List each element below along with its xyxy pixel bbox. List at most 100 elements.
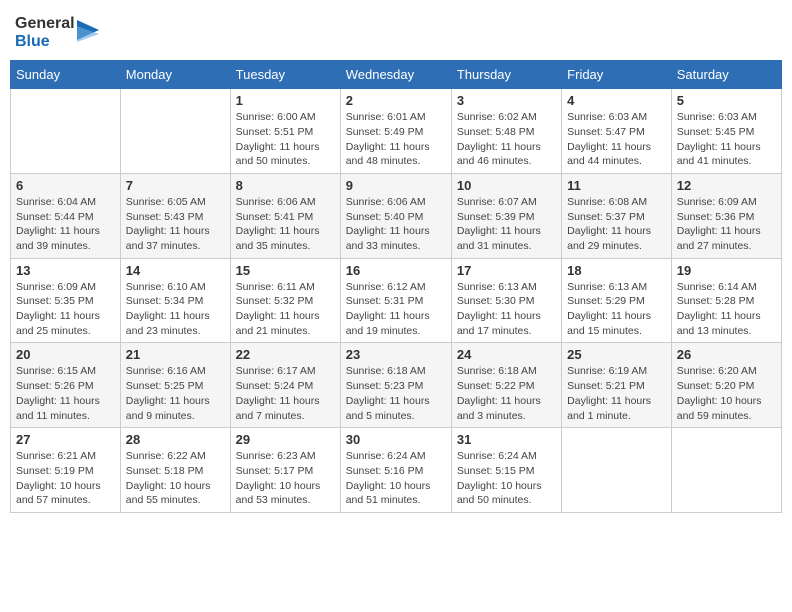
day-number: 9 <box>346 178 446 193</box>
day-number: 2 <box>346 93 446 108</box>
day-info: Sunrise: 6:13 AMSunset: 5:29 PMDaylight:… <box>567 280 666 339</box>
day-number: 29 <box>236 432 335 447</box>
day-number: 21 <box>126 347 225 362</box>
day-number: 22 <box>236 347 335 362</box>
page-header: General Blue <box>10 10 782 50</box>
calendar-cell: 29 Sunrise: 6:23 AMSunset: 5:17 PMDayligh… <box>230 428 340 513</box>
day-number: 3 <box>457 93 556 108</box>
day-info: Sunrise: 6:07 AMSunset: 5:39 PMDaylight:… <box>457 195 556 254</box>
day-number: 15 <box>236 263 335 278</box>
calendar-cell: 10 Sunrise: 6:07 AMSunset: 5:39 PMDayligh… <box>451 173 561 258</box>
day-number: 25 <box>567 347 666 362</box>
calendar-cell: 27 Sunrise: 6:21 AMSunset: 5:19 PMDayligh… <box>11 428 121 513</box>
day-number: 27 <box>16 432 115 447</box>
calendar-day-header: Monday <box>120 61 230 89</box>
calendar-cell <box>562 428 672 513</box>
calendar-day-header: Saturday <box>671 61 781 89</box>
day-info: Sunrise: 6:11 AMSunset: 5:32 PMDaylight:… <box>236 280 335 339</box>
day-number: 24 <box>457 347 556 362</box>
day-info: Sunrise: 6:18 AMSunset: 5:22 PMDaylight:… <box>457 364 556 423</box>
day-info: Sunrise: 6:10 AMSunset: 5:34 PMDaylight:… <box>126 280 225 339</box>
logo-general-text: General <box>15 15 75 33</box>
calendar-cell: 25 Sunrise: 6:19 AMSunset: 5:21 PMDayligh… <box>562 343 672 428</box>
day-info: Sunrise: 6:24 AMSunset: 5:16 PMDaylight:… <box>346 449 446 508</box>
calendar-cell <box>11 89 121 174</box>
day-info: Sunrise: 6:23 AMSunset: 5:17 PMDaylight:… <box>236 449 335 508</box>
day-info: Sunrise: 6:05 AMSunset: 5:43 PMDaylight:… <box>126 195 225 254</box>
calendar-cell: 23 Sunrise: 6:18 AMSunset: 5:23 PMDayligh… <box>340 343 451 428</box>
calendar-cell: 19Sunrise: 6:14 AMSunset: 5:28 PMDayligh… <box>671 258 781 343</box>
calendar-cell: 7 Sunrise: 6:05 AMSunset: 5:43 PMDaylight… <box>120 173 230 258</box>
day-number: 30 <box>346 432 446 447</box>
calendar-cell: 20 Sunrise: 6:15 AMSunset: 5:26 PMDayligh… <box>11 343 121 428</box>
day-info: Sunrise: 6:02 AMSunset: 5:48 PMDaylight:… <box>457 110 556 169</box>
day-info: Sunrise: 6:13 AMSunset: 5:30 PMDaylight:… <box>457 280 556 339</box>
day-info: Sunrise: 6:06 AMSunset: 5:40 PMDaylight:… <box>346 195 446 254</box>
logo-blue-text: Blue <box>15 33 75 51</box>
day-info: Sunrise: 6:01 AMSunset: 5:49 PMDaylight:… <box>346 110 446 169</box>
day-number: 20 <box>16 347 115 362</box>
day-info: Sunrise: 6:18 AMSunset: 5:23 PMDaylight:… <box>346 364 446 423</box>
day-info: Sunrise: 6:24 AMSunset: 5:15 PMDaylight:… <box>457 449 556 508</box>
calendar-cell: 5 Sunrise: 6:03 AMSunset: 5:45 PMDaylight… <box>671 89 781 174</box>
calendar-cell <box>671 428 781 513</box>
calendar-cell: 3 Sunrise: 6:02 AMSunset: 5:48 PMDaylight… <box>451 89 561 174</box>
calendar-cell: 14Sunrise: 6:10 AMSunset: 5:34 PMDayligh… <box>120 258 230 343</box>
day-number: 31 <box>457 432 556 447</box>
day-info: Sunrise: 6:15 AMSunset: 5:26 PMDaylight:… <box>16 364 115 423</box>
day-info: Sunrise: 6:20 AMSunset: 5:20 PMDaylight:… <box>677 364 776 423</box>
calendar-day-header: Friday <box>562 61 672 89</box>
calendar-cell: 2 Sunrise: 6:01 AMSunset: 5:49 PMDaylight… <box>340 89 451 174</box>
calendar-cell: 8 Sunrise: 6:06 AMSunset: 5:41 PMDaylight… <box>230 173 340 258</box>
calendar-header-row: SundayMondayTuesdayWednesdayThursdayFrid… <box>11 61 782 89</box>
day-number: 10 <box>457 178 556 193</box>
calendar-table: SundayMondayTuesdayWednesdayThursdayFrid… <box>10 60 782 513</box>
calendar-cell: 21Sunrise: 6:16 AMSunset: 5:25 PMDayligh… <box>120 343 230 428</box>
calendar-cell: 22 Sunrise: 6:17 AMSunset: 5:24 PMDayligh… <box>230 343 340 428</box>
calendar-cell: 1Sunrise: 6:00 AMSunset: 5:51 PMDaylight… <box>230 89 340 174</box>
day-number: 19 <box>677 263 776 278</box>
calendar-day-header: Sunday <box>11 61 121 89</box>
day-info: Sunrise: 6:12 AMSunset: 5:31 PMDaylight:… <box>346 280 446 339</box>
calendar-cell <box>120 89 230 174</box>
day-number: 5 <box>677 93 776 108</box>
day-info: Sunrise: 6:17 AMSunset: 5:24 PMDaylight:… <box>236 364 335 423</box>
calendar-day-header: Tuesday <box>230 61 340 89</box>
day-number: 6 <box>16 178 115 193</box>
day-number: 7 <box>126 178 225 193</box>
calendar-cell: 16Sunrise: 6:12 AMSunset: 5:31 PMDayligh… <box>340 258 451 343</box>
calendar-week-row: 1Sunrise: 6:00 AMSunset: 5:51 PMDaylight… <box>11 89 782 174</box>
calendar-cell: 9 Sunrise: 6:06 AMSunset: 5:40 PMDaylight… <box>340 173 451 258</box>
day-number: 11 <box>567 178 666 193</box>
day-number: 13 <box>16 263 115 278</box>
day-info: Sunrise: 6:03 AMSunset: 5:47 PMDaylight:… <box>567 110 666 169</box>
calendar-week-row: 20 Sunrise: 6:15 AMSunset: 5:26 PMDayligh… <box>11 343 782 428</box>
day-number: 17 <box>457 263 556 278</box>
day-number: 1 <box>236 93 335 108</box>
day-info: Sunrise: 6:03 AMSunset: 5:45 PMDaylight:… <box>677 110 776 169</box>
day-info: Sunrise: 6:19 AMSunset: 5:21 PMDaylight:… <box>567 364 666 423</box>
day-info: Sunrise: 6:09 AMSunset: 5:36 PMDaylight:… <box>677 195 776 254</box>
day-number: 4 <box>567 93 666 108</box>
day-info: Sunrise: 6:04 AMSunset: 5:44 PMDaylight:… <box>16 195 115 254</box>
logo-triangle-icon <box>77 18 99 48</box>
calendar-week-row: 6 Sunrise: 6:04 AMSunset: 5:44 PMDaylight… <box>11 173 782 258</box>
calendar-cell: 18 Sunrise: 6:13 AMSunset: 5:29 PMDayligh… <box>562 258 672 343</box>
calendar-cell: 4 Sunrise: 6:03 AMSunset: 5:47 PMDaylight… <box>562 89 672 174</box>
day-info: Sunrise: 6:08 AMSunset: 5:37 PMDaylight:… <box>567 195 666 254</box>
calendar-day-header: Wednesday <box>340 61 451 89</box>
calendar-week-row: 13 Sunrise: 6:09 AMSunset: 5:35 PMDayligh… <box>11 258 782 343</box>
day-info: Sunrise: 6:06 AMSunset: 5:41 PMDaylight:… <box>236 195 335 254</box>
day-number: 26 <box>677 347 776 362</box>
calendar-cell: 26 Sunrise: 6:20 AMSunset: 5:20 PMDayligh… <box>671 343 781 428</box>
day-number: 23 <box>346 347 446 362</box>
calendar-cell: 30 Sunrise: 6:24 AMSunset: 5:16 PMDayligh… <box>340 428 451 513</box>
day-info: Sunrise: 6:09 AMSunset: 5:35 PMDaylight:… <box>16 280 115 339</box>
day-number: 18 <box>567 263 666 278</box>
day-number: 28 <box>126 432 225 447</box>
calendar-cell: 12Sunrise: 6:09 AMSunset: 5:36 PMDayligh… <box>671 173 781 258</box>
day-number: 8 <box>236 178 335 193</box>
logo: General Blue <box>15 15 99 50</box>
calendar-day-header: Thursday <box>451 61 561 89</box>
day-info: Sunrise: 6:21 AMSunset: 5:19 PMDaylight:… <box>16 449 115 508</box>
